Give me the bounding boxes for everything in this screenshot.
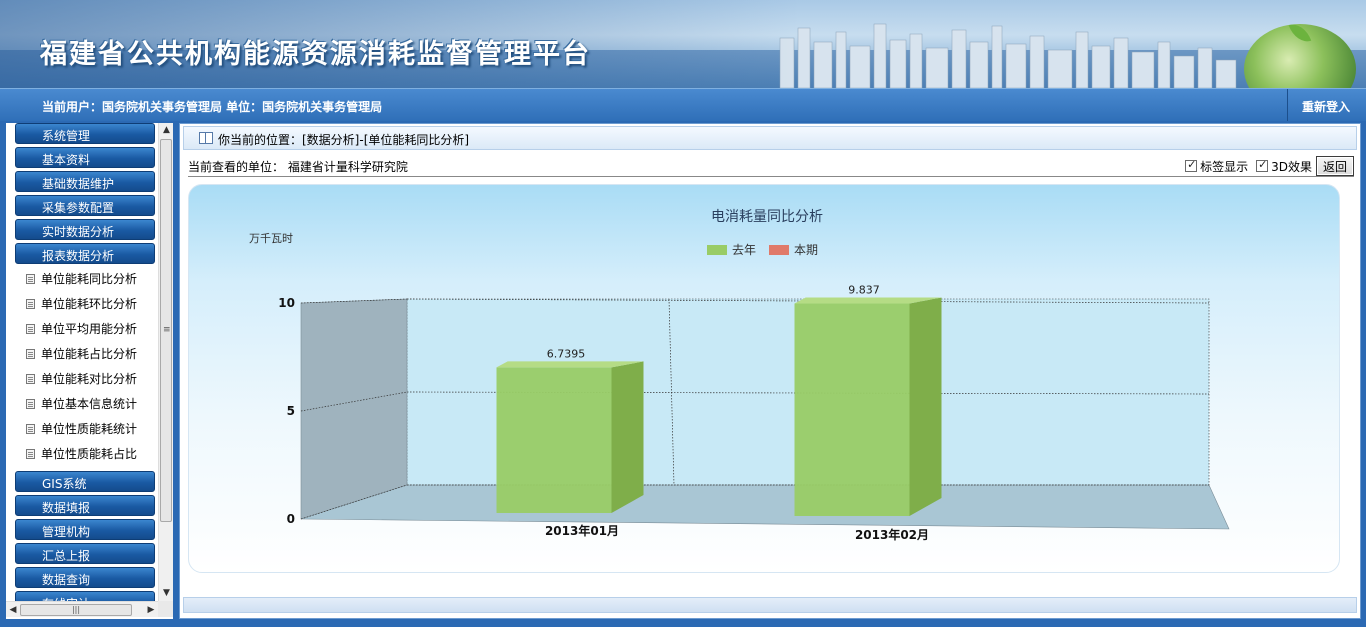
- current-user-info: 当前用户：国务院机关事务管理局 单位：国务院机关事务管理局: [42, 100, 383, 114]
- sub-item-type-stats[interactable]: 单位性质能耗统计: [26, 418, 158, 438]
- x-tick-label: 2013年02月: [855, 527, 929, 542]
- scroll-up-arrow-icon[interactable]: ▲: [159, 123, 173, 138]
- menu-basic-info[interactable]: 基本资料: [15, 147, 155, 168]
- legend: 去年 本期: [707, 243, 818, 257]
- chart-title: 电消耗量同比分析: [711, 209, 823, 225]
- menu-base-data[interactable]: 基础数据维护: [15, 171, 155, 192]
- content-panel: 你当前的位置：[数据分析]-[单位能耗同比分析] 当前查看的单位： 福建省计量科…: [179, 123, 1361, 619]
- bar-side: [611, 361, 644, 513]
- energy-chart: 电消耗量同比分析 万千瓦时 去年 本期 0 5 10 6.7395 2013年01月 9.…: [249, 209, 1230, 542]
- sub-item-share-analysis[interactable]: 单位能耗占比分析: [26, 343, 158, 363]
- menu-report-analysis[interactable]: 报表数据分析: [15, 243, 155, 264]
- legend-label-last-year: 去年: [732, 243, 756, 257]
- sidebar: 系统管理 基本资料 基础数据维护 采集参数配置 实时数据分析 报表数据分析 单位…: [6, 123, 173, 619]
- show-labels-checkbox[interactable]: [1185, 158, 1198, 172]
- bar-side: [909, 297, 942, 516]
- toolbar: 当前查看的单位： 福建省计量科学研究院 标签显示 3D效果 返回: [188, 155, 1354, 177]
- y-tick-label: 10: [278, 296, 295, 310]
- main-frame: 系统管理 基本资料 基础数据维护 采集参数配置 实时数据分析 报表数据分析 单位…: [0, 121, 1366, 627]
- legend-swatch-current: [769, 245, 789, 255]
- scroll-corner: [158, 601, 173, 617]
- data-label: 6.7395: [547, 347, 586, 360]
- sub-item-compare-analysis[interactable]: 单位能耗对比分析: [26, 368, 158, 388]
- sidebar-vertical-scrollbar[interactable]: ▲ ≡ ▼: [158, 123, 173, 601]
- menu-online-audit[interactable]: 在线审计: [15, 591, 155, 601]
- document-icon: [26, 299, 35, 309]
- document-icon: [26, 399, 35, 409]
- bar-front: [794, 303, 910, 516]
- data-label: 9.837: [848, 284, 880, 297]
- user-bar: 当前用户：国务院机关事务管理局 单位：国务院机关事务管理局 重新登入: [0, 88, 1366, 122]
- y-tick-label: 0: [287, 512, 295, 526]
- sub-item-yoy-analysis[interactable]: 单位能耗同比分析: [26, 268, 158, 288]
- bar-front: [496, 367, 612, 513]
- menu-system-management[interactable]: 系统管理: [15, 123, 155, 144]
- menu-data-query[interactable]: 数据查询: [15, 567, 155, 588]
- 3d-effect-option[interactable]: 3D效果: [1256, 158, 1312, 175]
- document-icon: [26, 349, 35, 359]
- menu-collect-params[interactable]: 采集参数配置: [15, 195, 155, 216]
- sub-item-type-share[interactable]: 单位性质能耗占比: [26, 443, 158, 463]
- y-axis-label: 万千瓦时: [249, 232, 293, 245]
- scroll-down-arrow-icon[interactable]: ▼: [159, 586, 173, 601]
- breadcrumb-text: 你当前的位置：[数据分析]-[单位能耗同比分析]: [218, 133, 470, 147]
- book-icon: [199, 132, 213, 144]
- sub-item-basic-stats[interactable]: 单位基本信息统计: [26, 393, 158, 413]
- hscroll-thumb[interactable]: |||: [20, 604, 132, 616]
- show-labels-option[interactable]: 标签显示: [1185, 158, 1248, 175]
- scroll-left-arrow-icon[interactable]: ◀: [6, 602, 20, 618]
- sub-item-label: 单位性质能耗统计: [41, 422, 138, 436]
- document-icon: [26, 324, 35, 334]
- breadcrumb: 你当前的位置：[数据分析]-[单位能耗同比分析]: [183, 126, 1357, 150]
- document-icon: [26, 449, 35, 459]
- sidebar-menu: 系统管理 基本资料 基础数据维护 采集参数配置 实时数据分析 报表数据分析 单位…: [6, 123, 158, 601]
- menu-gis[interactable]: GIS系统: [15, 471, 155, 492]
- header-banner: 福建省公共机构能源资源消耗监督管理平台: [0, 0, 1366, 88]
- sub-item-label: 单位能耗占比分析: [41, 347, 138, 361]
- menu-realtime-analysis[interactable]: 实时数据分析: [15, 219, 155, 240]
- 3d-effect-checkbox[interactable]: [1256, 158, 1269, 172]
- sidebar-horizontal-scrollbar[interactable]: ◀ ||| ▶: [6, 601, 158, 617]
- menu-data-entry[interactable]: 数据填报: [15, 495, 155, 516]
- legend-label-current: 本期: [794, 243, 818, 257]
- y-tick-label: 5: [287, 404, 295, 418]
- sub-item-label: 单位能耗环比分析: [41, 297, 138, 311]
- relogin-link[interactable]: 重新登入: [1286, 89, 1366, 122]
- chart-floor: [300, 484, 1230, 530]
- sub-item-avg-analysis[interactable]: 单位平均用能分析: [26, 318, 158, 338]
- back-button[interactable]: 返回: [1315, 156, 1354, 176]
- sub-item-label: 单位平均用能分析: [41, 322, 138, 336]
- show-labels-text: 标签显示: [1200, 159, 1249, 174]
- content-bottom-bar: [183, 597, 1357, 613]
- sub-item-label: 单位基本信息统计: [41, 397, 138, 411]
- document-icon: [26, 374, 35, 384]
- document-icon: [26, 274, 35, 284]
- legend-swatch-last-year: [707, 245, 727, 255]
- scroll-right-arrow-icon[interactable]: ▶: [144, 602, 158, 618]
- app-title: 福建省公共机构能源资源消耗监督管理平台: [40, 39, 591, 70]
- sub-item-label: 单位性质能耗占比: [41, 447, 138, 461]
- x-tick-label: 2013年01月: [545, 523, 619, 538]
- chart-container: 电消耗量同比分析 万千瓦时 去年 本期 0 5 10 6.7395 2013年01月 9.…: [188, 184, 1340, 573]
- 3d-effect-text: 3D效果: [1271, 159, 1312, 174]
- current-unit-label: 当前查看的单位： 福建省计量科学研究院: [188, 160, 408, 174]
- sub-item-label: 单位能耗同比分析: [41, 272, 138, 286]
- plot-area: 0 5 10 6.7395 2013年01月 9.837 2013年02月: [278, 284, 1230, 542]
- sub-item-mom-analysis[interactable]: 单位能耗环比分析: [26, 293, 158, 313]
- menu-management-org[interactable]: 管理机构: [15, 519, 155, 540]
- chart-side-wall: [300, 298, 408, 520]
- scroll-grip-icon: ≡: [163, 325, 171, 335]
- chart-options: 标签显示 3D效果 返回: [1177, 155, 1354, 177]
- document-icon: [26, 424, 35, 434]
- sub-item-label: 单位能耗对比分析: [41, 372, 138, 386]
- menu-summary-report[interactable]: 汇总上报: [15, 543, 155, 564]
